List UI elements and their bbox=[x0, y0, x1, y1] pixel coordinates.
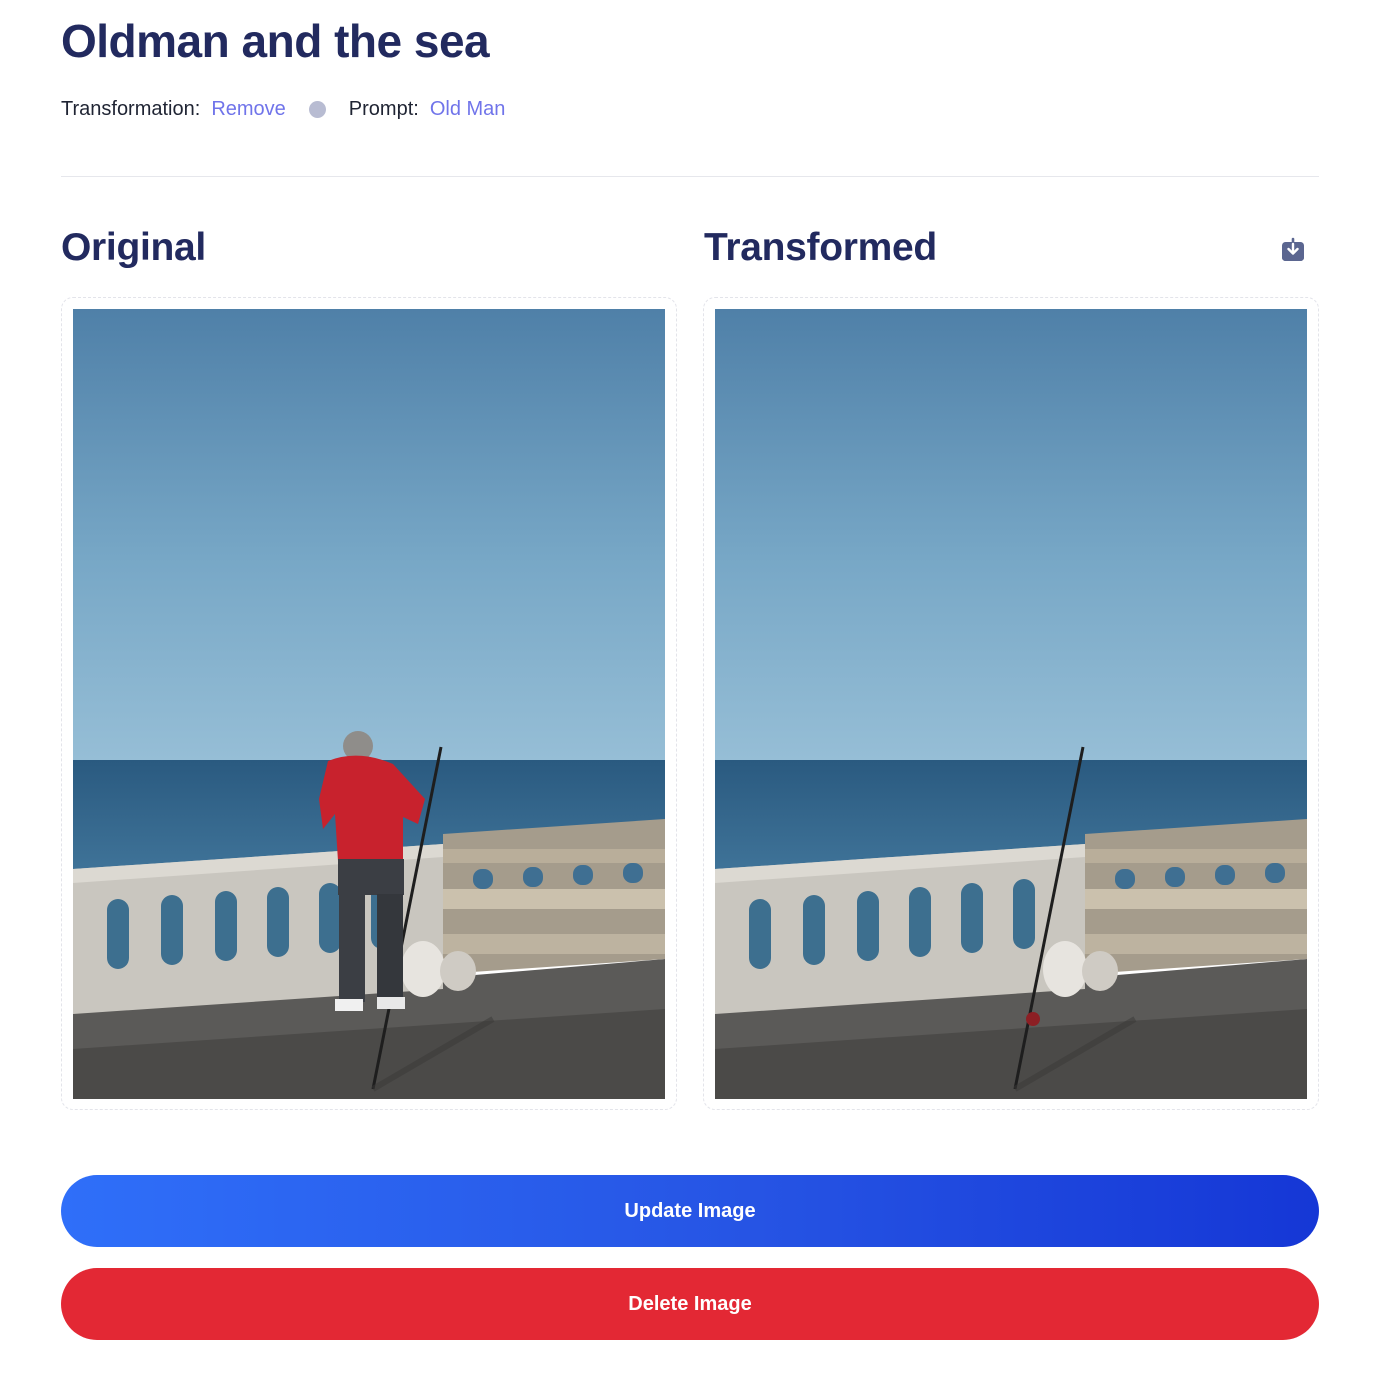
original-image-frame bbox=[61, 297, 677, 1110]
prompt-label: Prompt: bbox=[348, 97, 419, 120]
transformation-value: Remove bbox=[211, 97, 286, 120]
update-image-button[interactable]: Update Image bbox=[61, 1175, 1319, 1247]
page-title: Oldman and the sea bbox=[61, 15, 490, 67]
separator-dot bbox=[308, 100, 326, 118]
download-button[interactable] bbox=[1277, 234, 1309, 266]
transformed-image-frame bbox=[703, 297, 1319, 1110]
delete-image-button[interactable]: Delete Image bbox=[61, 1268, 1319, 1340]
image-details: Transformation: Remove Prompt: Old Man bbox=[61, 96, 505, 122]
original-image bbox=[73, 309, 665, 1099]
transformation-label: Transformation: bbox=[61, 97, 201, 120]
download-icon bbox=[1282, 237, 1304, 261]
original-heading: Original bbox=[61, 226, 206, 269]
transformed-heading: Transformed bbox=[704, 226, 937, 269]
transformed-image bbox=[715, 309, 1307, 1099]
divider bbox=[61, 176, 1319, 177]
prompt-value: Old Man bbox=[429, 97, 506, 120]
